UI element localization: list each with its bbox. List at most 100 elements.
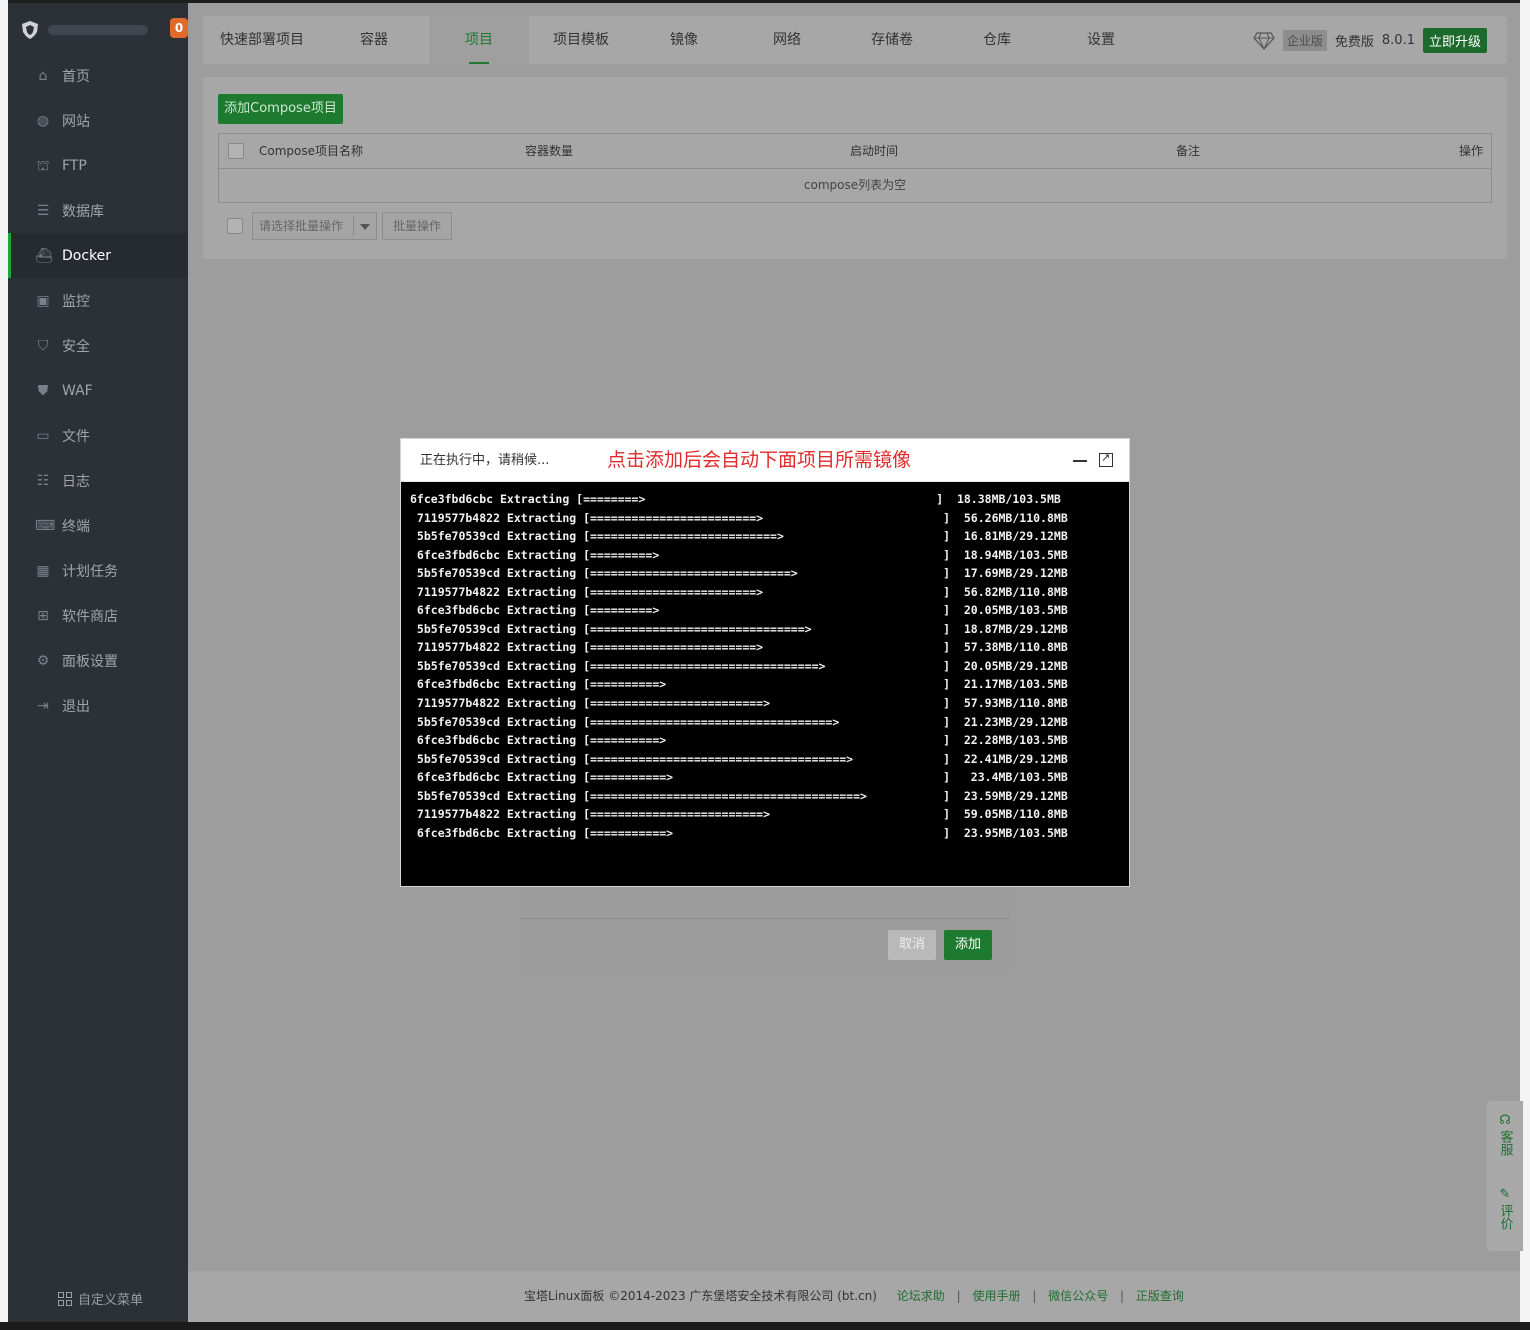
log-line: 6fce3fbd6cbc Extracting [========> ] 18.… <box>410 492 1061 506</box>
logout-icon: ⇥ <box>37 697 49 714</box>
bt-logo-icon <box>22 21 38 39</box>
sidebar-item-13[interactable]: ⚙ 面板设置 <box>8 638 188 683</box>
footer-divider: | <box>1120 1289 1125 1303</box>
maximize-icon[interactable] <box>1099 451 1113 467</box>
home-icon: ⌂ <box>38 67 48 84</box>
add-compose-dialog: 取消 添加 <box>520 885 1010 970</box>
sidebar-item-2[interactable]: ⛫ FTP <box>8 143 188 188</box>
confirm-add-button[interactable]: 添加 <box>944 930 992 960</box>
ftp-icon: ⛫ <box>36 157 50 174</box>
sidebar-item-0[interactable]: ⌂ 首页 <box>8 53 188 98</box>
sidebar-item-label: 监控 <box>62 293 90 310</box>
tab-2[interactable]: 项目 <box>429 16 529 64</box>
diamond-icon <box>1253 31 1275 50</box>
log-line: 5b5fe70539cd Extracting [===============… <box>410 751 1068 766</box>
shield-icon: ⛉ <box>37 337 49 354</box>
log-line: 6fce3fbd6cbc Extracting [=========> ] 20… <box>410 603 1068 618</box>
customer-service-label: 客服 <box>1497 1130 1513 1156</box>
add-compose-button[interactable]: 添加Compose项目 <box>218 94 343 124</box>
footer-copyright: 宝塔Linux面板 ©2014-2023 广东堡塔安全技术有限公司 (bt.cn… <box>524 1289 877 1303</box>
sidebar-item-6[interactable]: ⛉ 安全 <box>8 323 188 368</box>
sidebar-item-label: 终端 <box>62 518 90 535</box>
modal-title: 正在执行中，请稍候... <box>420 453 550 468</box>
grid-icon <box>58 1291 72 1306</box>
apps-icon: ⊞ <box>37 607 49 624</box>
batch-operation-select[interactable]: 请选择批量操作 <box>252 212 377 240</box>
log-line: 6fce3fbd6cbc Extracting [=========> ] 18… <box>410 547 1068 562</box>
headset-icon: ☊ <box>1499 1113 1511 1128</box>
sidebar-item-9[interactable]: ☷ 日志 <box>8 458 188 503</box>
taskbar-edge <box>0 1322 1530 1330</box>
review-button[interactable]: ✎ 评价 <box>1487 1187 1523 1230</box>
custom-menu-button[interactable]: 自定义菜单 <box>58 1289 143 1308</box>
tab-3[interactable]: 项目模板 <box>531 16 631 64</box>
footer: 宝塔Linux面板 ©2014-2023 广东堡塔安全技术有限公司 (bt.cn… <box>188 1271 1520 1322</box>
docker-icon: ⛴ <box>35 247 53 264</box>
cancel-button[interactable]: 取消 <box>888 930 936 960</box>
log-line: 5b5fe70539cd Extracting [===============… <box>410 788 1068 803</box>
log-line: 5b5fe70539cd Extracting [===============… <box>410 566 1068 581</box>
footer-link-license[interactable]: 正版查询 <box>1136 1289 1184 1303</box>
sidebar-item-label: 网站 <box>62 113 90 130</box>
tab-0[interactable]: 快速部署项目 <box>212 16 312 64</box>
footer-link-wechat[interactable]: 微信公众号 <box>1048 1289 1108 1303</box>
compose-panel: 添加Compose项目 Compose项目名称 容器数量 启动时间 备注 操作 … <box>203 77 1507 259</box>
version-area: 企业版 免费版 8.0.1 立即升级 <box>1253 28 1487 53</box>
notification-badge[interactable]: 0 <box>170 18 188 38</box>
column-actions: 操作 <box>1459 144 1484 158</box>
sidebar-item-label: 计划任务 <box>62 563 118 580</box>
log-line: 7119577b4822 Extracting [===============… <box>410 696 1068 711</box>
gear-icon: ⚙ <box>36 652 50 669</box>
sidebar-item-14[interactable]: ⇥ 退出 <box>8 683 188 728</box>
batch-select-placeholder: 请选择批量操作 <box>259 219 344 233</box>
log-icon: ☷ <box>36 472 50 489</box>
footer-divider: | <box>1032 1289 1037 1303</box>
sidebar-item-11[interactable]: ▦ 计划任务 <box>8 548 188 593</box>
column-name: Compose项目名称 <box>259 144 364 158</box>
sidebar-item-label: 首页 <box>62 68 90 85</box>
annotation-text: 点击添加后会自动下面项目所需镜像 <box>607 449 912 471</box>
sidebar-item-label: 面板设置 <box>62 653 118 670</box>
tab-7[interactable]: 仓库 <box>947 16 1047 64</box>
tab-4[interactable]: 镜像 <box>634 16 734 64</box>
sidebar-item-label: 软件商店 <box>62 608 118 625</box>
customer-service-button[interactable]: ☊ 客服 <box>1487 1113 1523 1156</box>
sidebar-item-7[interactable]: ⛊ WAF <box>8 368 188 413</box>
sidebar-item-8[interactable]: ▭ 文件 <box>8 413 188 458</box>
log-line: 6fce3fbd6cbc Extracting [==========> ] 2… <box>410 733 1068 748</box>
sidebar-item-12[interactable]: ⊞ 软件商店 <box>8 593 188 638</box>
select-all-checkbox[interactable] <box>228 143 244 159</box>
sidebar-item-label: Docker <box>62 247 112 264</box>
sidebar-item-3[interactable]: ☰ 数据库 <box>8 188 188 233</box>
tab-5[interactable]: 网络 <box>737 16 837 64</box>
monitor-icon: ▣ <box>36 292 50 309</box>
footer-link-forum[interactable]: 论坛求助 <box>897 1289 945 1303</box>
log-line: 6fce3fbd6cbc Extracting [==========> ] 2… <box>410 677 1068 692</box>
sidebar-item-10[interactable]: ⌨ 终端 <box>8 503 188 548</box>
sidebar-logo[interactable]: 0 <box>22 15 188 45</box>
floating-help-panel: ☊ 客服 ✎ 评价 <box>1487 1101 1523 1251</box>
column-remark: 备注 <box>1176 144 1201 158</box>
docker-tabs: 快速部署项目 容器 项目 项目模板 镜像 网络 存储卷 仓库 设置 企业版 免费版 8.0.1 … <box>203 16 1507 64</box>
upgrade-button[interactable]: 立即升级 <box>1422 28 1487 53</box>
log-line: 5b5fe70539cd Extracting [===============… <box>410 714 1068 729</box>
sidebar-item-4[interactable]: ⛴ Docker <box>8 233 188 278</box>
tab-6[interactable]: 存储卷 <box>842 16 942 64</box>
tab-8[interactable]: 设置 <box>1051 16 1151 64</box>
sidebar-item-1[interactable]: ◍ 网站 <box>8 98 188 143</box>
compose-table: Compose项目名称 容器数量 启动时间 备注 操作 compose列表为空 <box>218 133 1492 203</box>
batch-checkbox[interactable] <box>227 218 243 234</box>
batch-operation-button[interactable]: 批量操作 <box>382 212 452 240</box>
log-line: 5b5fe70539cd Extracting [===============… <box>410 529 1068 544</box>
log-line: 7119577b4822 Extracting [===============… <box>410 807 1068 822</box>
enterprise-badge[interactable]: 企业版 <box>1282 30 1327 51</box>
footer-link-manual[interactable]: 使用手册 <box>972 1289 1020 1303</box>
sidebar-item-label: 数据库 <box>62 203 104 220</box>
minimize-icon[interactable] <box>1073 460 1087 462</box>
sidebar-item-label: 日志 <box>62 473 90 490</box>
custom-menu-label: 自定义菜单 <box>78 1293 144 1308</box>
dialog-divider <box>520 918 1010 919</box>
globe-icon: ◍ <box>36 112 50 129</box>
sidebar-item-5[interactable]: ▣ 监控 <box>8 278 188 323</box>
tab-1[interactable]: 容器 <box>324 16 424 64</box>
